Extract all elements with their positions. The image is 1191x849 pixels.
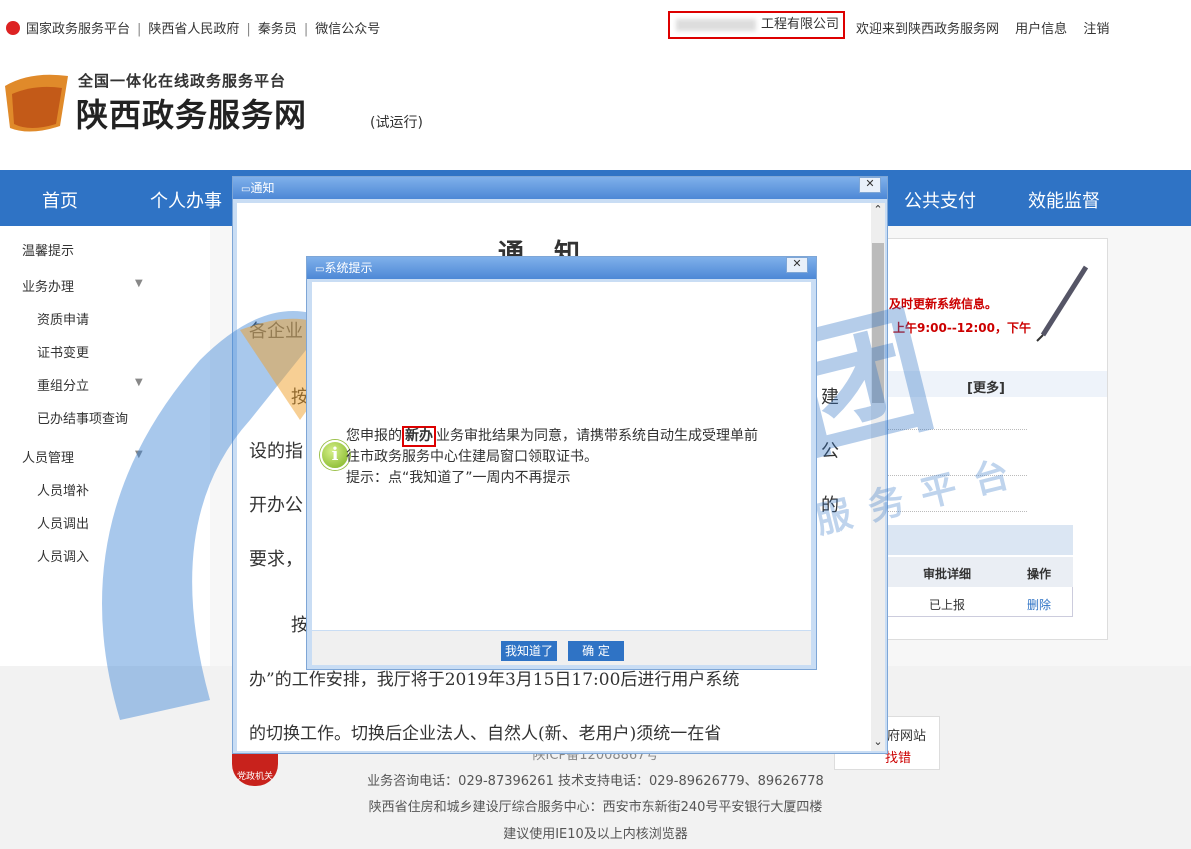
link-wechat[interactable]: 微信公众号 (315, 22, 380, 37)
site-logo-icon (5, 74, 68, 132)
site-header: 全国一体化在线政务服务平台 陕西政务服务网 (试运行) (0, 52, 1191, 170)
pen-icon (1036, 265, 1089, 342)
sidebar-item-qualification[interactable]: 资质申请 (37, 309, 89, 328)
sidebar-item-reorganize[interactable]: 重组分立 (37, 375, 89, 394)
link-provincial-government[interactable]: 陕西省人民政府 (148, 22, 239, 37)
site-title: 陕西政务服务网 (76, 96, 308, 134)
dialog-button-bar: 我知道了 确 定 (312, 631, 811, 665)
nav-item-supervision[interactable]: 效能监督 (1028, 187, 1100, 213)
scroll-down-icon[interactable]: ⌄ (871, 735, 885, 751)
footer-tel: 业务咨询电话：029-87396261 技术支持电话：029-89626779、… (367, 774, 824, 789)
trial-label: (试运行) (370, 115, 423, 131)
sidebar-item-transfer-out[interactable]: 人员调出 (37, 513, 89, 532)
nav-item-personal[interactable]: 个人办事 (150, 187, 222, 213)
sidebar-item-add-person[interactable]: 人员增补 (37, 480, 89, 499)
close-icon[interactable]: ✕ (859, 177, 881, 193)
welcome-text: 欢迎来到陕西政务服务网 (856, 22, 1000, 37)
chevron-down-icon[interactable]: ▼ (135, 449, 143, 460)
user-info-link[interactable]: 用户信息 (1015, 22, 1067, 37)
redacted-area (676, 19, 756, 31)
logout-link[interactable]: 注销 (1083, 22, 1109, 37)
column-action: 操作 (1027, 567, 1052, 581)
system-prompt-dialog: ▭系统提示 ✕ i 您申报的 新办 业务审批结果为同意，请携带系统自动生成受理单前 … (306, 256, 817, 670)
dialog-title-bar[interactable]: ▭系统提示 (307, 257, 816, 279)
nav-item-home[interactable]: 首页 (42, 187, 78, 213)
national-emblem-icon (6, 21, 20, 35)
notice-text: 各企业 (249, 321, 303, 342)
chevron-down-icon[interactable]: ▼ (135, 377, 143, 388)
footer-browser: 建议使用IE10及以上内核浏览器 (503, 827, 688, 842)
company-name: 工程有限公司 (668, 11, 845, 39)
sidebar-item-tips[interactable]: 温馨提示 (22, 240, 74, 259)
scroll-up-icon[interactable]: ⌃ (871, 203, 885, 219)
dialog-body: i 您申报的 新办 业务审批结果为同意，请携带系统自动生成受理单前 往市政务服务中心… (312, 282, 811, 630)
right-panel: 及时更新系统信息。 上午9:00--12:00，下午 [更多] 审批详细 操作 … (880, 238, 1108, 640)
more-link[interactable]: [更多] (967, 377, 1005, 396)
top-links: 国家政务服务平台 | 陕西省人民政府 | 秦务员 | 微信公众号 (6, 18, 380, 37)
scroll-thumb[interactable] (872, 243, 884, 403)
chevron-down-icon[interactable]: ▼ (135, 278, 143, 289)
delete-link[interactable]: 删除 (1027, 596, 1051, 613)
notice-line-1: 及时更新系统信息。 (889, 297, 998, 311)
notice-scrollbar[interactable]: ⌃ ⌄ (871, 203, 885, 751)
row-status: 已上报 (929, 598, 966, 612)
notice-title-bar[interactable]: ▭通知 (233, 177, 887, 199)
footer-address: 陕西省住房和城乡建设厅综合服务中心：西安市东新街240号平安银行大厦四楼 (368, 800, 823, 815)
site-subtitle: 全国一体化在线政务服务平台 (78, 72, 287, 90)
notice-line-2: 上午9:00--12:00，下午 (893, 321, 1032, 335)
sidebar: 温馨提示 业务办理 ▼ 资质申请 证书变更 重组分立 ▼ 已办结事项查询 人员管… (0, 226, 210, 666)
sidebar-item-business[interactable]: 业务办理 (22, 276, 74, 295)
link-qinwuyuan[interactable]: 秦务员 (258, 22, 297, 37)
top-bar: 国家政务服务平台 | 陕西省人民政府 | 秦务员 | 微信公众号 工程有限公司 欢迎来到陕西… (0, 0, 1191, 52)
link-national-platform[interactable]: 国家政务服务平台 (26, 22, 130, 37)
sidebar-item-completed-query[interactable]: 已办结事项查询 (37, 408, 128, 427)
confirm-button[interactable]: 确 定 (568, 641, 624, 661)
sidebar-item-cert-change[interactable]: 证书变更 (37, 342, 89, 361)
user-links: 欢迎来到陕西政务服务网 用户信息 注销 (856, 18, 1121, 37)
nav-item-public-payment[interactable]: 公共支付 (904, 187, 976, 213)
sidebar-item-personnel[interactable]: 人员管理 (22, 447, 74, 466)
column-approval: 审批详细 (923, 567, 972, 581)
highlighted-term: 新办 (402, 426, 436, 447)
sidebar-item-transfer-in[interactable]: 人员调入 (37, 546, 89, 565)
close-icon[interactable]: ✕ (786, 257, 808, 273)
i-know-button[interactable]: 我知道了 (501, 641, 557, 661)
dialog-message: 您申报的 新办 业务审批结果为同意，请携带系统自动生成受理单前 往市政务服务中心住建… (346, 426, 758, 486)
